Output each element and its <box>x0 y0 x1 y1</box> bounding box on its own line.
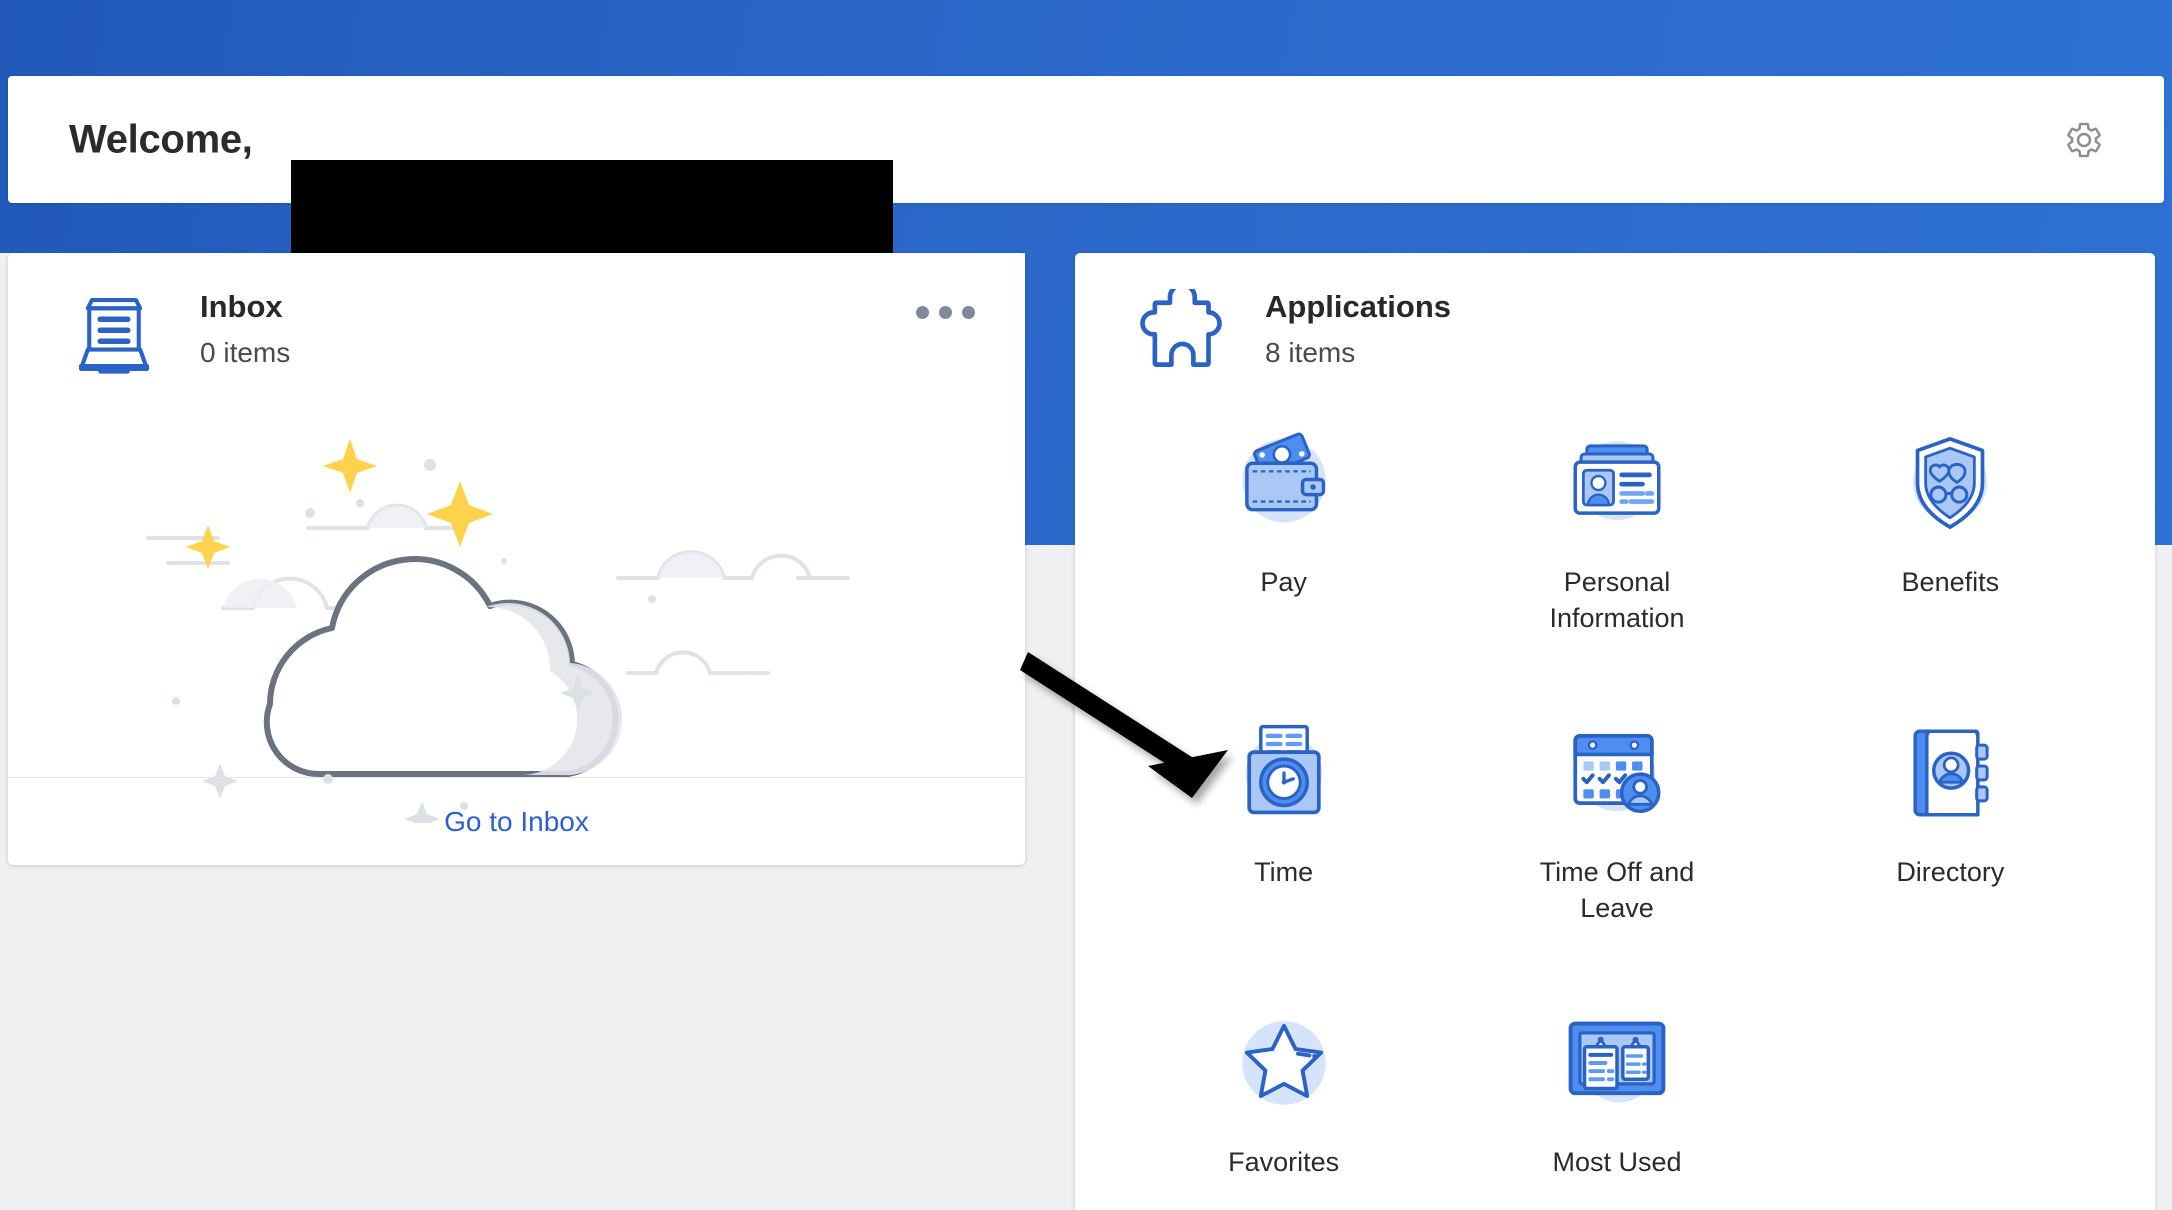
app-label: Time Off and Leave <box>1539 856 1695 923</box>
shield-health-icon <box>1890 423 2010 543</box>
star-icon <box>1224 1003 1344 1123</box>
app-tile-favorites[interactable]: Favorites <box>1117 1003 1450 1181</box>
inbox-tray-icon <box>70 289 158 377</box>
welcome-bar: Welcome, <box>8 76 2164 270</box>
applications-title: Applications <box>1265 289 1452 324</box>
welcome-greeting: Welcome, <box>69 117 253 161</box>
inbox-card-header: Inbox 0 items <box>8 253 1025 413</box>
app-label: Benefits <box>1901 567 2000 597</box>
app-root: Welcome, Inbox 0 items Go to Inbox Appli… <box>0 0 2172 1210</box>
settings-button[interactable] <box>2062 118 2106 162</box>
app-label: Most Used <box>1552 1146 1682 1177</box>
inbox-empty-illustration <box>8 403 1025 837</box>
wallet-money-icon <box>1224 423 1344 543</box>
kebab-dot <box>962 306 975 319</box>
app-label: Pay <box>1260 567 1307 597</box>
app-label: Personal Information <box>1549 567 1685 633</box>
sparkle-group <box>186 439 493 569</box>
kebab-dot <box>939 306 952 319</box>
inbox-overflow-menu-button[interactable] <box>908 298 983 327</box>
applications-card-header: Applications 8 items <box>1075 253 2155 413</box>
inbox-count: 0 items <box>200 337 291 368</box>
applications-grid: Pay Personal Information Benefits Time T… <box>1117 423 2117 1181</box>
app-tile-time-off-and-leave[interactable]: Time Off and Leave <box>1450 713 1783 927</box>
kebab-dot <box>916 306 929 319</box>
go-to-inbox-link[interactable]: Go to Inbox <box>444 806 589 838</box>
app-tile-pay[interactable]: Pay <box>1117 423 1450 637</box>
app-tile-directory[interactable]: Directory <box>1784 713 2117 927</box>
id-card-stack-icon <box>1557 423 1677 543</box>
calendar-person-icon <box>1557 713 1677 833</box>
app-tile-most-used[interactable]: Most Used <box>1450 1003 1783 1181</box>
address-book-icon <box>1890 713 2010 833</box>
app-label: Time <box>1254 856 1314 887</box>
inbox-card: Inbox 0 items Go to Inbox <box>8 253 1025 865</box>
inbox-title: Inbox <box>200 289 283 324</box>
bulletin-board-icon <box>1557 1003 1677 1123</box>
app-tile-time[interactable]: Time <box>1117 713 1450 927</box>
puzzle-piece-icon <box>1137 282 1225 377</box>
app-tile-personal-information[interactable]: Personal Information <box>1450 423 1783 637</box>
time-clock-icon <box>1224 713 1344 833</box>
gear-icon <box>2067 122 2101 157</box>
app-tile-benefits[interactable]: Benefits <box>1784 423 2117 637</box>
applications-card: Applications 8 items Pay Personal Inform… <box>1075 253 2155 1210</box>
inbox-card-footer: Go to Inbox <box>8 777 1025 865</box>
applications-count: 8 items <box>1265 337 1356 368</box>
app-label: Directory <box>1896 856 2005 887</box>
app-label: Favorites <box>1228 1146 1340 1177</box>
